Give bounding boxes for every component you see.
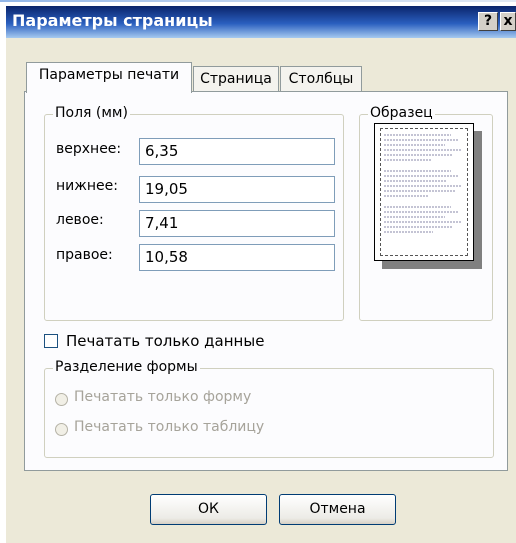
tab-columns[interactable]: Столбцы — [280, 66, 362, 92]
dialog-title: Параметры страницы — [12, 11, 213, 30]
help-button[interactable]: ? — [478, 12, 498, 31]
print-form-only-radio[interactable] — [55, 393, 68, 406]
tab-print-settings[interactable]: Параметры печати — [26, 62, 192, 93]
preview-group: Образец — [359, 105, 493, 321]
right-margin-input[interactable]: 10,58 — [139, 244, 335, 271]
page-setup-dialog: Параметры страницы ? x Параметры печати … — [6, 6, 516, 543]
ok-button[interactable]: ОК — [150, 494, 267, 525]
cancel-button[interactable]: Отмена — [279, 494, 396, 525]
top-margin-input[interactable]: 6,35 — [139, 138, 335, 165]
print-table-only-label[interactable]: Печатать только таблицу — [74, 419, 264, 435]
print-form-only-label[interactable]: Печатать только форму — [74, 389, 251, 405]
title-bar[interactable]: Параметры страницы ? x — [6, 6, 516, 38]
print-table-only-radio[interactable] — [55, 423, 68, 436]
tab-panel-print-settings: Поля (мм) верхнее: 6,35 нижнее: 19,05 ле… — [24, 91, 508, 471]
preview-legend: Образец — [368, 105, 435, 121]
top-margin-label: верхнее: — [56, 141, 122, 157]
bottom-margin-label: нижнее: — [56, 178, 118, 194]
left-margin-label: левое: — [56, 212, 104, 228]
preview-lines — [384, 134, 461, 233]
print-data-only-checkbox[interactable] — [44, 334, 58, 348]
preview-margin-outline — [380, 128, 468, 256]
bottom-margin-input[interactable]: 19,05 — [139, 176, 335, 203]
right-margin-label: правое: — [56, 247, 113, 263]
close-button[interactable]: x — [500, 12, 516, 31]
margins-group: Поля (мм) верхнее: 6,35 нижнее: 19,05 ле… — [44, 105, 344, 321]
tab-page[interactable]: Страница — [193, 66, 279, 92]
split-form-legend: Разделение формы — [53, 359, 200, 375]
print-data-only-label[interactable]: Печатать только данные — [66, 332, 264, 350]
left-margin-input[interactable]: 7,41 — [139, 210, 335, 237]
preview-image — [374, 123, 484, 273]
margins-legend: Поля (мм) — [53, 105, 130, 121]
preview-page — [374, 123, 474, 261]
split-form-group: Разделение формы Печатать только форму П… — [44, 359, 494, 458]
